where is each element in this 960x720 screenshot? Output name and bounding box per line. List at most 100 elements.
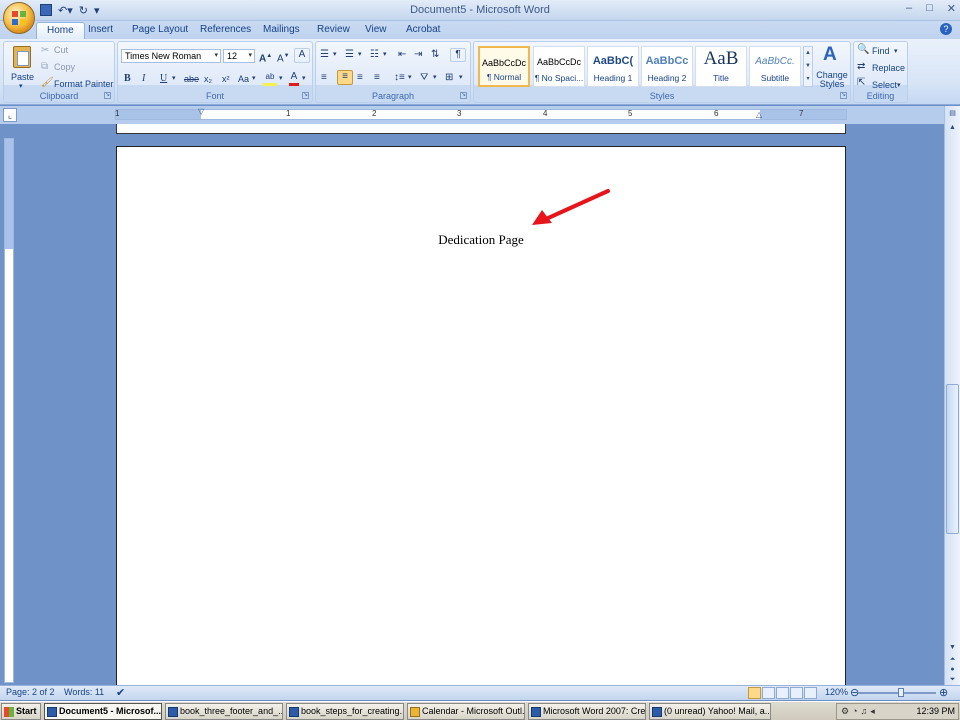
full-screen-reading-icon[interactable] [762, 687, 775, 699]
taskbar-item[interactable]: Calendar - Microsoft Outl... [407, 703, 525, 720]
paragraph-launcher-icon[interactable]: ↘ [460, 92, 467, 99]
zoom-in-icon[interactable]: ⊕ [939, 686, 948, 699]
numbering-icon[interactable]: ☰ [345, 49, 354, 61]
dedication-page-text[interactable]: Dedication Page [117, 232, 845, 248]
horizontal-ruler[interactable]: ▽ △ 1 1 2 3 4 5 6 7 [115, 107, 847, 120]
clear-formatting-icon[interactable]: A [294, 48, 310, 63]
paste-button[interactable]: Paste ▾ [8, 44, 36, 90]
bullets-dropdown-icon[interactable]: ▾ [333, 49, 337, 61]
document-page[interactable]: Dedication Page [116, 146, 846, 685]
change-case-button[interactable]: Aa [238, 73, 249, 85]
bold-button[interactable]: B [124, 73, 131, 85]
first-line-indent-icon[interactable]: ▽ [198, 107, 204, 116]
taskbar-item[interactable]: Microsoft Word 2007: Cre... [528, 703, 646, 720]
tab-references[interactable]: References [190, 22, 261, 39]
print-layout-icon[interactable] [748, 687, 761, 699]
minimize-icon[interactable]: – [906, 2, 912, 15]
tab-selector-icon[interactable]: ⌞ [3, 108, 17, 122]
right-indent-icon[interactable]: △ [756, 110, 762, 119]
align-left-icon[interactable]: ≡ [321, 72, 327, 84]
font-launcher-icon[interactable]: ↘ [302, 92, 309, 99]
zoom-level[interactable]: 120% [825, 687, 848, 697]
tab-review[interactable]: Review [307, 22, 360, 39]
style-heading-1[interactable]: AaBbC( Heading 1 [587, 46, 639, 87]
clipboard-launcher-icon[interactable]: ↘ [104, 92, 111, 99]
zoom-slider[interactable] [858, 692, 936, 694]
web-layout-icon[interactable] [776, 687, 789, 699]
tray-icons[interactable]: ⚙◔♫◂ [841, 706, 878, 717]
cut-button[interactable]: Cut [54, 45, 68, 55]
decrease-indent-icon[interactable]: ⇤ [398, 49, 406, 61]
change-case-dropdown-icon[interactable]: ▾ [252, 73, 256, 85]
styles-launcher-icon[interactable]: ↘ [840, 92, 847, 99]
tab-view[interactable]: View [355, 22, 397, 39]
tab-insert[interactable]: Insert [78, 22, 123, 39]
office-button[interactable] [3, 2, 35, 34]
style-heading-2[interactable]: AaBbCc Heading 2 [641, 46, 693, 87]
line-spacing-icon[interactable]: ↕≡ [394, 72, 405, 84]
superscript-button[interactable]: x² [222, 73, 230, 85]
outline-icon[interactable] [790, 687, 803, 699]
justify-icon[interactable]: ≡ [374, 72, 380, 84]
strikethrough-button[interactable]: abe [184, 73, 199, 85]
style-subtitle[interactable]: AaBbCc. Subtitle [749, 46, 801, 87]
line-spacing-dropdown-icon[interactable]: ▾ [408, 72, 412, 84]
highlight-icon[interactable]: ab [263, 71, 277, 86]
tab-acrobat[interactable]: Acrobat [396, 22, 450, 39]
align-center-icon[interactable]: ≡ [337, 70, 353, 85]
replace-button[interactable]: Replace [872, 63, 905, 73]
styles-scroll[interactable]: ▲ ▼ ▾ [803, 46, 813, 87]
taskbar-item[interactable]: book_steps_for_creating... [286, 703, 404, 720]
find-dropdown-icon[interactable]: ▾ [894, 46, 898, 58]
change-styles-button[interactable]: A Change Styles [814, 44, 850, 90]
select-button[interactable]: Select [872, 80, 897, 90]
help-icon[interactable]: ? [940, 23, 952, 35]
format-painter-button[interactable]: Format Painter [54, 79, 114, 89]
underline-button[interactable]: U [160, 73, 167, 85]
tab-mailings[interactable]: Mailings [253, 22, 310, 39]
subscript-button[interactable]: x₂ [204, 73, 212, 85]
font-size-dropdown[interactable]: 12 ▾ [223, 49, 255, 63]
font-name-dropdown[interactable]: Times New Roman ▾ [121, 49, 221, 63]
copy-button[interactable]: Copy [54, 62, 75, 72]
style-no-spacing[interactable]: AaBbCcDc ¶ No Spaci... [533, 46, 585, 87]
shading-dropdown-icon[interactable]: ▾ [433, 72, 437, 84]
taskbar-item[interactable]: Document5 - Microsof... [44, 703, 162, 720]
taskbar-item[interactable]: book_three_footer_and_... [165, 703, 283, 720]
tab-page-layout[interactable]: Page Layout [122, 22, 198, 39]
borders-icon[interactable]: ⊞ [445, 72, 453, 84]
multilevel-list-icon[interactable]: ☷ [370, 49, 379, 61]
numbering-dropdown-icon[interactable]: ▾ [358, 49, 362, 61]
find-button[interactable]: Find [872, 46, 890, 56]
shrink-font-icon[interactable]: A▼ [277, 50, 290, 65]
grow-font-icon[interactable]: A▲ [259, 50, 272, 65]
style-title[interactable]: AaB Title [695, 46, 747, 87]
word-count[interactable]: Words: 11 [64, 687, 104, 697]
maximize-icon[interactable]: □ [926, 2, 933, 15]
align-right-icon[interactable]: ≡ [357, 72, 363, 84]
page-count[interactable]: Page: 2 of 2 [6, 687, 55, 697]
italic-button[interactable]: I [142, 73, 145, 85]
sort-icon[interactable]: ⇅ [431, 49, 439, 61]
scroll-thumb[interactable] [946, 384, 959, 534]
vertical-ruler[interactable] [4, 138, 14, 683]
increase-indent-icon[interactable]: ⇥ [414, 49, 422, 61]
multilevel-dropdown-icon[interactable]: ▾ [383, 49, 387, 61]
scroll-up-icon[interactable]: ▲ [946, 122, 959, 134]
shading-icon[interactable]: ⛛ [420, 72, 428, 84]
font-color-dropdown-icon[interactable]: ▾ [302, 73, 306, 85]
zoom-slider-handle[interactable] [898, 688, 904, 697]
view-ruler-icon[interactable]: ▤ [946, 108, 959, 120]
underline-dropdown-icon[interactable]: ▾ [172, 73, 176, 85]
style-normal[interactable]: AaBbCcDc ¶ Normal [478, 46, 530, 87]
bullets-icon[interactable]: ☰ [320, 49, 329, 61]
scroll-down-icon[interactable]: ▼ [946, 642, 959, 654]
show-formatting-icon[interactable]: ¶ [450, 48, 466, 62]
document-area[interactable]: Dedication Page [0, 124, 944, 685]
borders-dropdown-icon[interactable]: ▾ [459, 72, 463, 84]
font-color-icon[interactable]: A [289, 71, 299, 86]
start-button[interactable]: Start [1, 703, 41, 720]
highlight-dropdown-icon[interactable]: ▾ [279, 73, 283, 85]
draft-icon[interactable] [804, 687, 817, 699]
proofing-icon[interactable]: ✔ [116, 686, 125, 699]
